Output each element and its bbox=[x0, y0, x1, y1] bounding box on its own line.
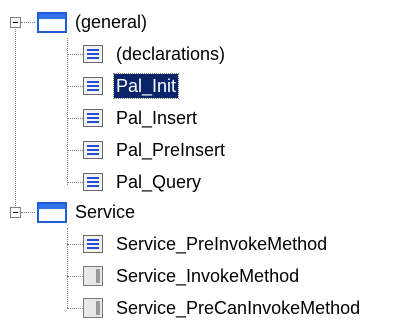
tree-line bbox=[67, 150, 83, 152]
procedure-icon bbox=[83, 77, 103, 95]
tree-item-pal-insert[interactable]: Pal_Insert bbox=[0, 102, 416, 134]
procedure-icon bbox=[83, 235, 103, 253]
procedure-icon bbox=[83, 109, 103, 127]
tree-item-service-invokemethod[interactable]: Service_InvokeMethod bbox=[0, 260, 416, 292]
empty-procedure-icon bbox=[83, 266, 103, 286]
tree-item-service-preinvokemethod[interactable]: Service_PreInvokeMethod bbox=[0, 228, 416, 260]
tree-line bbox=[67, 86, 83, 88]
tree-node-label: Service bbox=[75, 202, 136, 222]
object-tree: (general) (declarations) Pal_Init Pal_In… bbox=[0, 0, 416, 325]
tree-item-pal-preinsert[interactable]: Pal_PreInsert bbox=[0, 134, 416, 166]
tree-line bbox=[67, 308, 83, 310]
tree-item-pal-query[interactable]: Pal_Query bbox=[0, 166, 416, 198]
module-folder-icon bbox=[37, 12, 67, 33]
procedure-icon bbox=[83, 45, 103, 63]
tree-item-label: Pal_Query bbox=[116, 172, 202, 192]
tree-line bbox=[21, 212, 35, 214]
tree-item-pal-init[interactable]: Pal_Init bbox=[0, 70, 416, 102]
tree-line bbox=[67, 244, 83, 246]
tree-line bbox=[21, 22, 35, 24]
procedure-icon bbox=[83, 173, 103, 191]
module-folder-icon bbox=[37, 202, 67, 223]
procedure-icon bbox=[83, 141, 103, 159]
tree-node-general[interactable]: (general) bbox=[0, 6, 416, 38]
tree-line bbox=[67, 182, 83, 184]
tree-item-label: Pal_PreInsert bbox=[116, 140, 226, 160]
tree-node-label: (general) bbox=[75, 12, 148, 32]
empty-procedure-icon bbox=[83, 298, 103, 318]
tree-item-label: Service_InvokeMethod bbox=[116, 266, 300, 286]
tree-item-label: Service_PreCanInvokeMethod bbox=[116, 298, 361, 318]
collapse-toggle-icon[interactable] bbox=[10, 17, 21, 28]
tree-item-label: Pal_Insert bbox=[116, 108, 198, 128]
tree-item-service-precaninvokemethod[interactable]: Service_PreCanInvokeMethod bbox=[0, 292, 416, 324]
tree-node-service[interactable]: Service bbox=[0, 196, 416, 228]
tree-item-declarations[interactable]: (declarations) bbox=[0, 38, 416, 70]
collapse-toggle-icon[interactable] bbox=[10, 207, 21, 218]
tree-line bbox=[67, 276, 83, 278]
tree-item-label-selected: Pal_Init bbox=[112, 73, 180, 99]
tree-item-label: (declarations) bbox=[116, 44, 226, 64]
tree-line bbox=[67, 54, 83, 56]
tree-item-label: Service_PreInvokeMethod bbox=[116, 234, 328, 254]
tree-line bbox=[67, 118, 83, 120]
